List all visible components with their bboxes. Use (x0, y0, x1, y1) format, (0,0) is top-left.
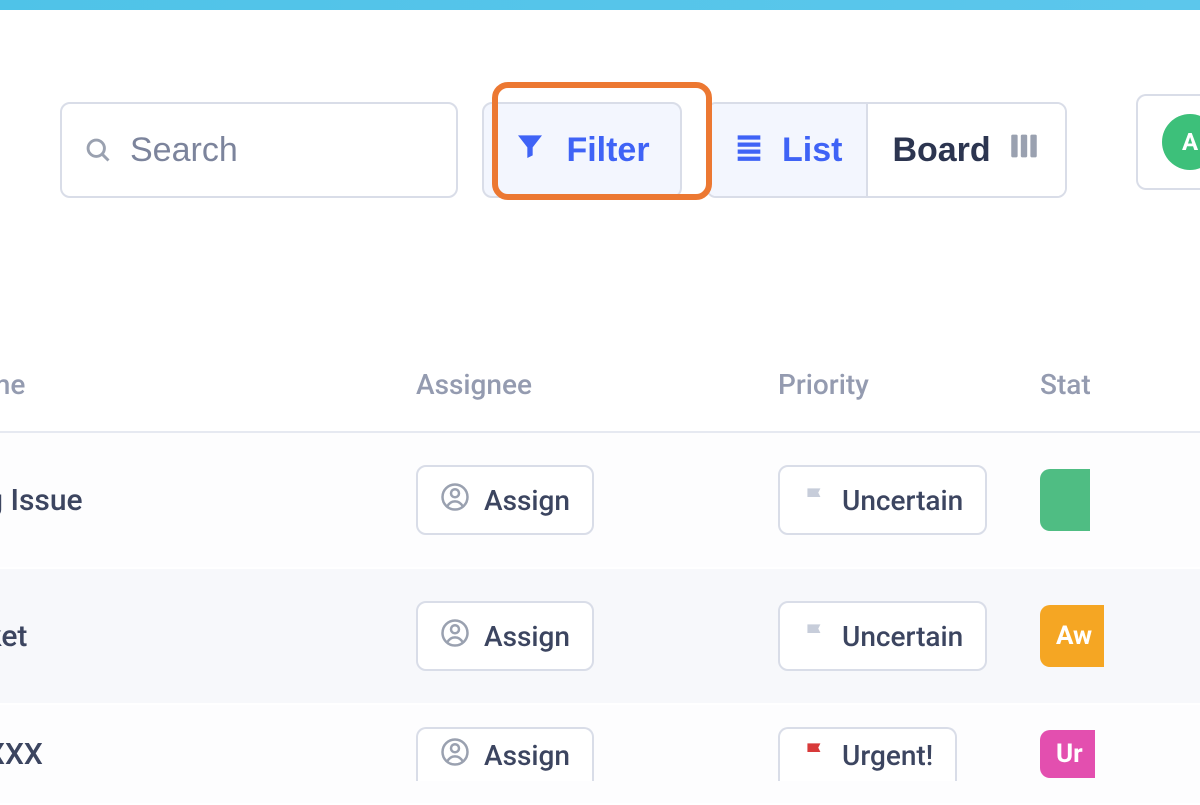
flag-icon (802, 484, 828, 517)
user-icon (440, 618, 470, 655)
funnel-icon (514, 130, 546, 171)
assign-button[interactable]: Assign (416, 465, 594, 535)
list-view-label: List (782, 131, 842, 170)
avatar: A (1162, 114, 1200, 170)
priority-button[interactable]: Uncertain (778, 465, 987, 535)
search-icon (84, 136, 112, 164)
search-box[interactable] (60, 102, 458, 198)
flag-icon (802, 739, 828, 772)
status-badge[interactable] (1040, 469, 1090, 531)
priority-button[interactable]: Urgent! (778, 727, 957, 781)
user-icon (440, 737, 470, 774)
user-avatar-button[interactable]: A (1136, 94, 1200, 190)
assign-label: Assign (484, 484, 570, 517)
assign-button[interactable]: Assign (416, 727, 594, 781)
board-view-button[interactable]: Board (866, 104, 1064, 196)
ticket-table: me Assignee Priority Stat g Issue Assign (0, 368, 1200, 805)
status-badge[interactable]: Ur (1040, 730, 1095, 778)
table-row[interactable]: XXX Assign Urgent! (0, 705, 1200, 805)
priority-label: Uncertain (842, 484, 963, 517)
list-view-button[interactable]: List (708, 104, 866, 196)
ticket-name: g Issue (0, 483, 416, 518)
priority-button[interactable]: Uncertain (778, 601, 987, 671)
assign-label: Assign (484, 620, 570, 653)
column-header-status[interactable]: Stat (1040, 368, 1200, 401)
list-icon (732, 129, 766, 172)
user-icon (440, 482, 470, 519)
filter-button[interactable]: Filter (482, 102, 682, 198)
ticket-name: XXX (0, 737, 416, 772)
priority-label: Urgent! (842, 739, 933, 772)
table-row[interactable]: g Issue Assign Uncertain (0, 433, 1200, 569)
board-icon (1007, 129, 1041, 172)
avatar-initial: A (1182, 128, 1198, 156)
ticket-name: ket (0, 619, 416, 654)
table-header: me Assignee Priority Stat (0, 368, 1200, 433)
status-badge[interactable]: Aw (1040, 605, 1104, 667)
column-header-name[interactable]: me (0, 368, 416, 401)
priority-label: Uncertain (842, 620, 963, 653)
filter-label: Filter (566, 131, 649, 170)
board-view-label: Board (892, 131, 990, 170)
flag-icon (802, 620, 828, 653)
assign-button[interactable]: Assign (416, 601, 594, 671)
assign-label: Assign (484, 739, 570, 772)
table-row[interactable]: ket Assign Uncertain (0, 569, 1200, 705)
column-header-priority[interactable]: Priority (778, 368, 1040, 401)
view-switcher: List Board (706, 102, 1067, 198)
column-header-assignee[interactable]: Assignee (416, 368, 778, 401)
toolbar: Filter List Board (0, 10, 1200, 198)
search-input[interactable] (130, 131, 434, 170)
window-top-bar (0, 0, 1200, 10)
